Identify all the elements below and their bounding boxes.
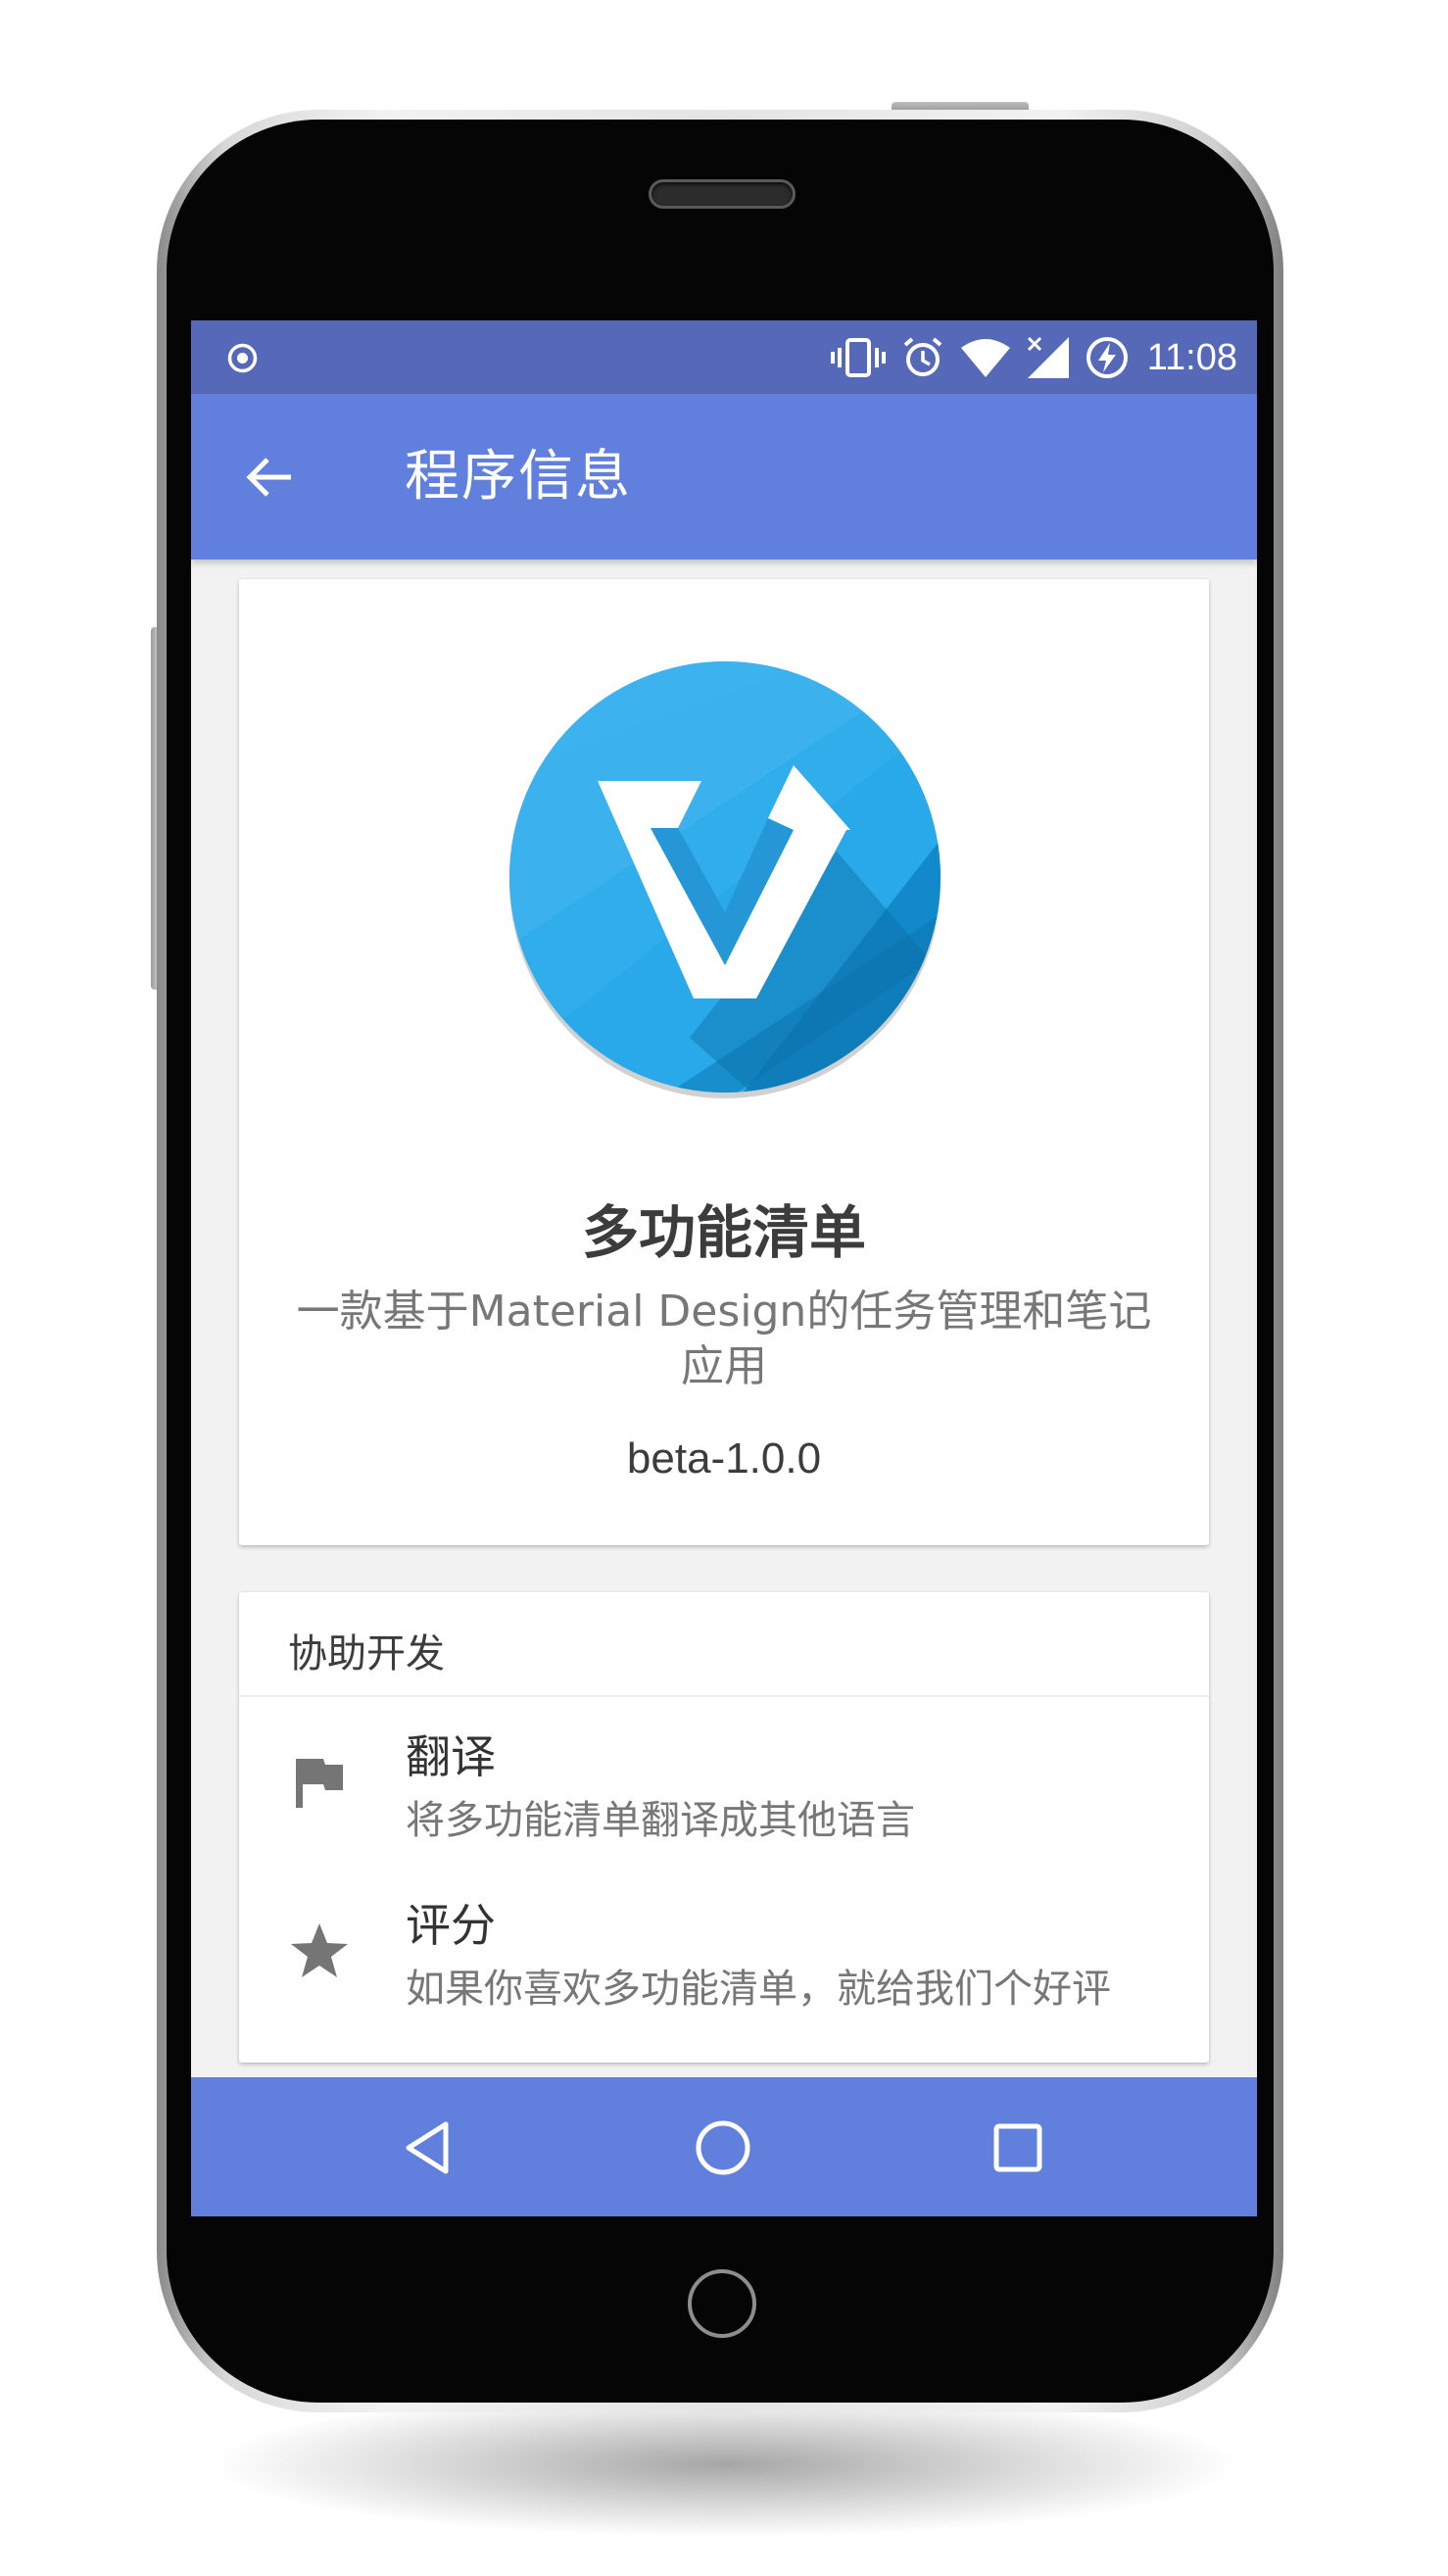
translate-item[interactable]: 翻译 将多功能清单翻译成其他语言 [239,1710,1209,1876]
phone-shadow [206,2391,1244,2538]
rate-label: 评分 [406,1899,496,1952]
nav-recents-button[interactable] [982,2112,1054,2184]
nav-back-icon [406,2121,449,2174]
vibrate-icon [830,338,886,377]
section-title: 协助开发 [288,1631,445,1677]
app-bar: 程序信息 [191,394,1257,559]
content: 多功能清单 一款基于Material Design的任务管理和笔记应用 beta… [191,559,1257,2077]
rate-item[interactable]: 评分 如果你喜欢多功能清单，就给我们个好评 [239,1878,1209,2045]
rate-subtitle: 如果你喜欢多功能清单，就给我们个好评 [406,1967,1111,2012]
divider [239,1695,1209,1697]
app-version: beta-1.0.0 [626,1434,822,1482]
about-card: 多功能清单 一款基于Material Design的任务管理和笔记应用 beta… [239,579,1209,1545]
arrow-back-icon [246,458,291,497]
status-time: 11:08 [1146,336,1237,378]
app-description: 一款基于Material Design的任务管理和笔记应用 [296,1287,1152,1391]
nav-recents-icon [993,2123,1042,2172]
flag-icon [296,1759,343,1808]
status-bar: 11:08 [191,320,1257,394]
page-title: 程序信息 [405,445,632,509]
wifi-icon [960,339,1010,377]
translate-subtitle: 将多功能清单翻译成其他语言 [406,1798,915,1843]
screen: 11:08 程序信息 多功能清单 一款基于Material Design的任务管… [191,320,1257,2216]
navigation-bar [191,2077,1257,2216]
record-icon [227,343,258,373]
app-name: 多功能清单 [581,1199,866,1266]
app-logo-icon [504,656,946,1098]
status-icons: 11:08 [830,332,1237,383]
nav-home-button[interactable] [687,2112,759,2184]
translate-label: 翻译 [406,1730,496,1783]
battery-charging-icon [1086,337,1128,378]
hardware-home-key [688,2269,756,2338]
signal-icon [1027,336,1069,378]
alarm-icon [903,337,942,376]
help-card: 协助开发 翻译 将多功能清单翻译成其他语言 评分 如果你喜欢多功能清单，就给我们… [239,1592,1209,2063]
star-icon [291,1923,348,1977]
earpiece-speaker [649,179,796,209]
back-button[interactable] [235,443,304,511]
nav-back-button[interactable] [392,2112,464,2184]
nav-home-icon [696,2120,750,2175]
